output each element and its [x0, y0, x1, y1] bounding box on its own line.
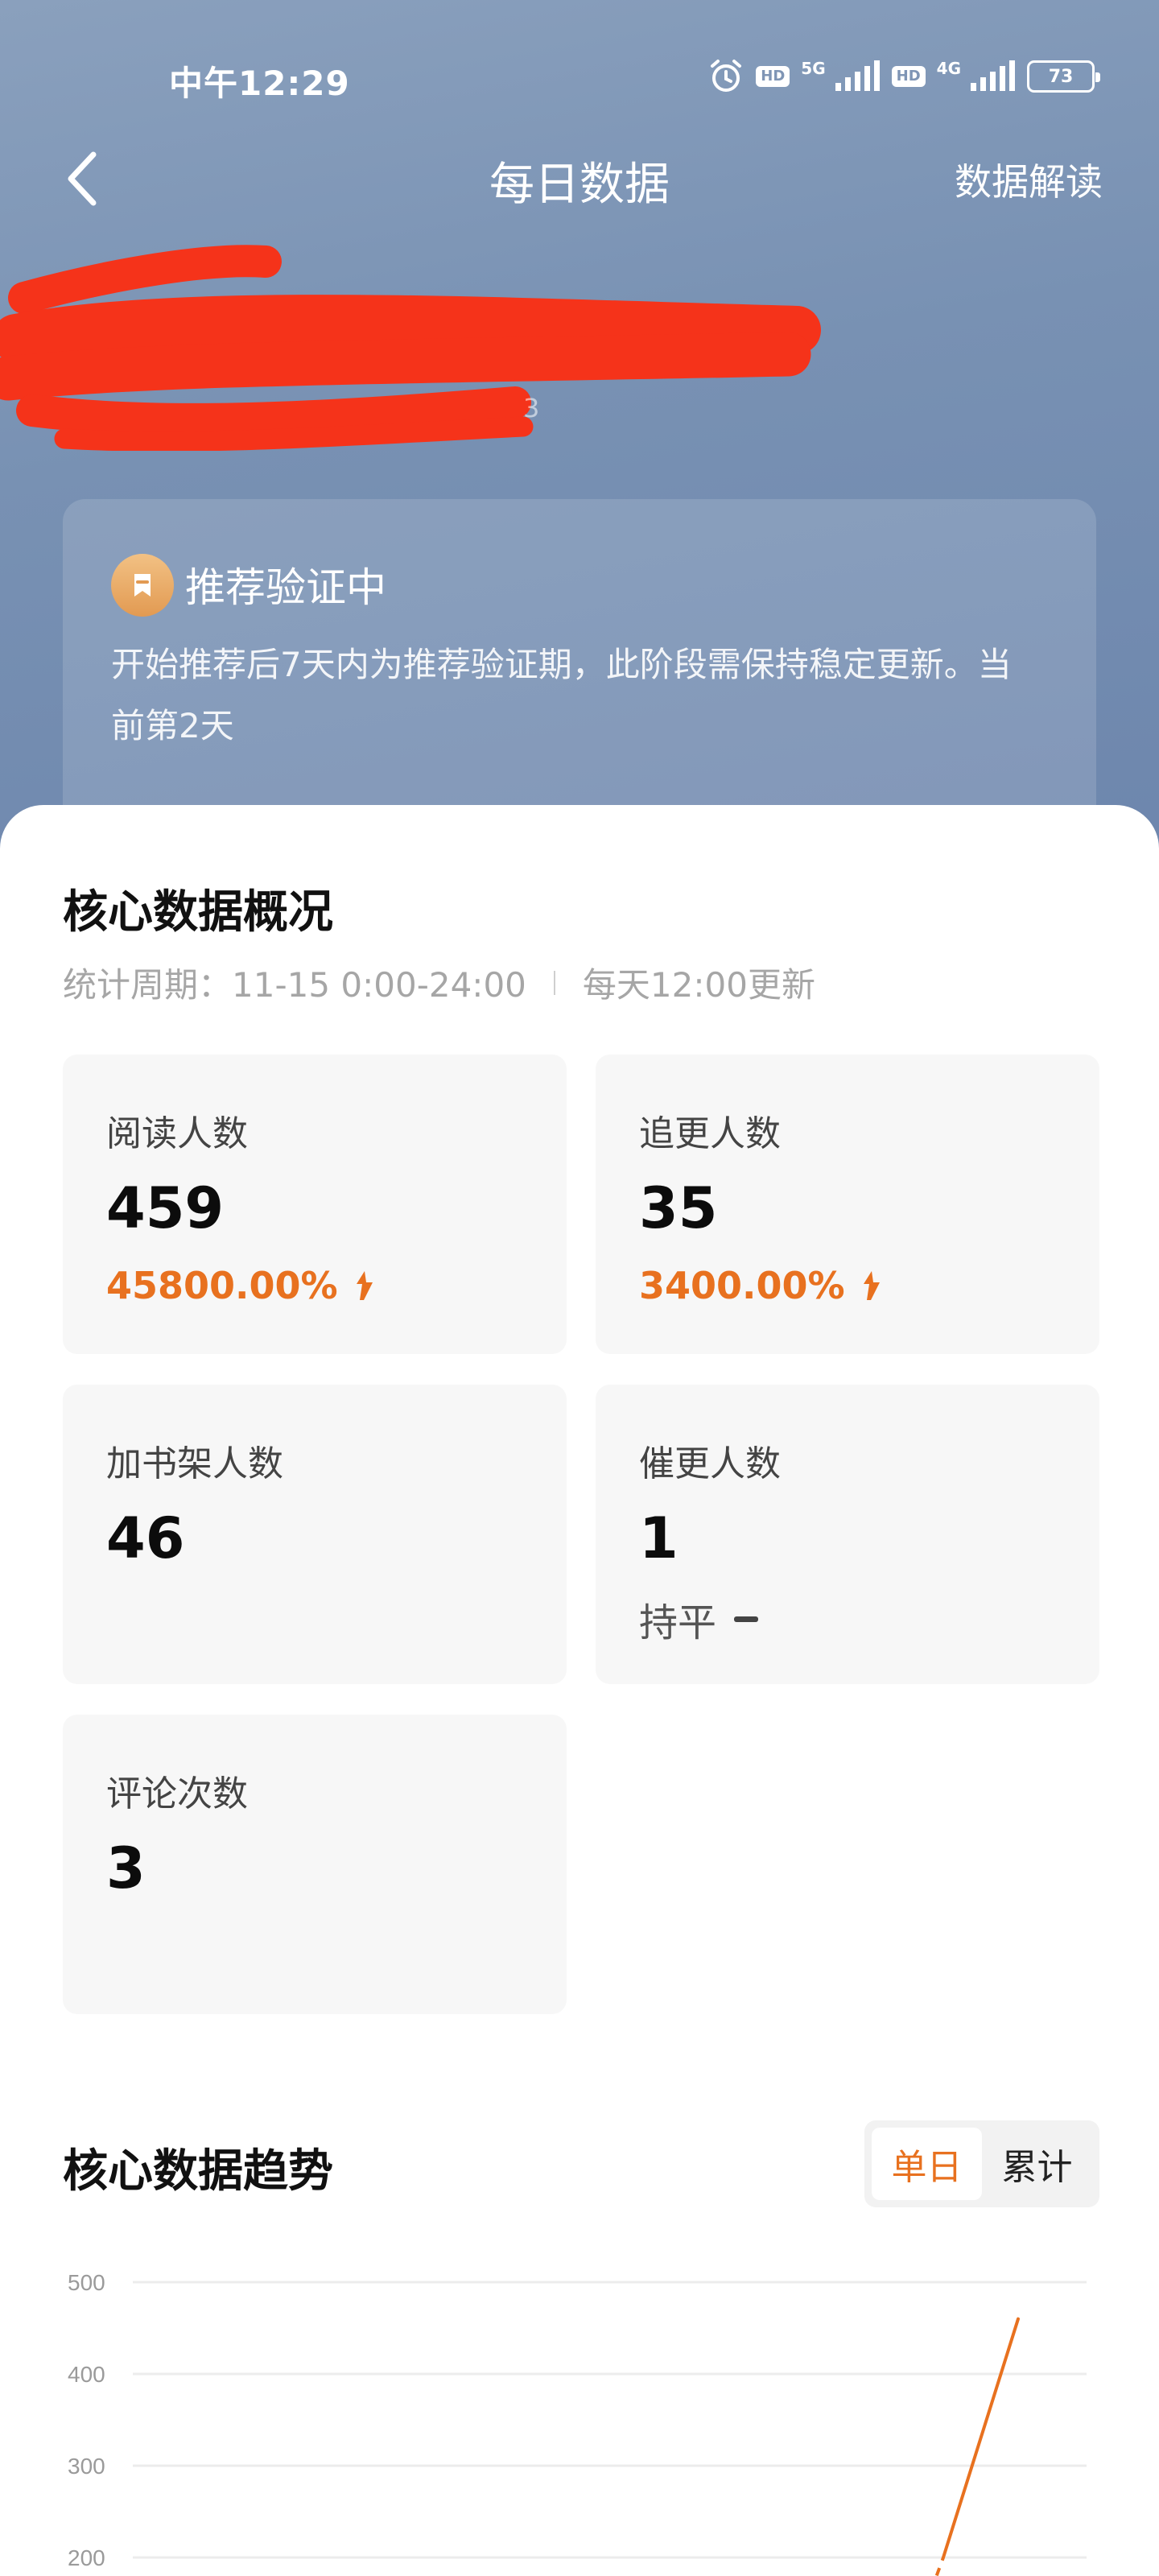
- chart-series-line: [942, 2317, 1020, 2559]
- flat-dash-icon: [734, 1616, 759, 1622]
- redacted-text-trail: 3: [523, 393, 540, 423]
- status-time: 中午12:29: [169, 64, 350, 103]
- core-trend-title: 核心数据趋势: [63, 2145, 333, 2198]
- chart-y-tick-label: 200: [68, 2545, 105, 2570]
- stat-card-followers[interactable]: 追更人数 35 3400.00%: [596, 1055, 1099, 1354]
- stat-change-value: 45800.00%: [106, 1264, 338, 1307]
- recommend-title: 推荐验证中: [185, 564, 386, 611]
- network-4g-label: 4G: [936, 59, 961, 78]
- stat-label: 评论次数: [106, 1773, 248, 1814]
- stat-card-comments[interactable]: 评论次数 3: [63, 1715, 567, 2014]
- hd-badge-1: HD: [756, 66, 790, 87]
- recommend-status-card: 推荐验证中 开始推荐后7天内为推荐验证期，此阶段需保持稳定更新。当前第2天: [63, 499, 1096, 853]
- alarm-icon: [711, 60, 742, 92]
- stat-value: 35: [639, 1175, 718, 1241]
- chart-y-tick-label: 500: [68, 2270, 105, 2295]
- core-overview-title: 核心数据概况: [63, 886, 333, 939]
- update-note: 每天12:00更新: [582, 965, 815, 1005]
- bookmark-badge-icon: [111, 554, 174, 617]
- stat-change: 持平: [639, 1591, 759, 1647]
- stat-label: 加书架人数: [106, 1443, 283, 1484]
- chart-y-tick-label: 400: [68, 2362, 105, 2387]
- trend-line-chart: 500 400 300 200: [68, 2270, 1087, 2576]
- redacted-scribble: [0, 245, 821, 451]
- signal-4g-icon: [971, 60, 1015, 91]
- arrow-up-icon: [863, 1271, 880, 1300]
- arrow-up-icon: [356, 1271, 373, 1300]
- daily-data-page: 中午12:29 HD 5G HD 4G 73 每日数据 数据解读 3 推荐验证中…: [0, 0, 1159, 2576]
- stat-value: 46: [106, 1505, 185, 1571]
- battery-level: 73: [1048, 66, 1074, 87]
- stat-change-value: 3400.00%: [639, 1264, 845, 1307]
- stat-label: 阅读人数: [106, 1113, 248, 1154]
- period-divider: [553, 970, 555, 995]
- stat-value: 1: [639, 1505, 678, 1571]
- toggle-cumulative[interactable]: 累计: [982, 2128, 1092, 2200]
- trend-mode-toggle: 单日 累计: [864, 2120, 1099, 2207]
- signal-5g-icon: [835, 60, 880, 91]
- status-icons: HD 5G HD 4G 73: [707, 58, 1100, 95]
- stat-label: 催更人数: [639, 1443, 781, 1484]
- stat-change: 3400.00%: [639, 1264, 884, 1307]
- hd-badge-2: HD: [891, 66, 926, 87]
- stat-card-readers[interactable]: 阅读人数 459 45800.00%: [63, 1055, 567, 1354]
- recommend-description: 开始推荐后7天内为推荐验证期，此阶段需保持稳定更新。当前第2天: [111, 645, 1012, 745]
- chart-series-dashed-segment: [934, 2557, 945, 2576]
- stat-label: 追更人数: [639, 1113, 781, 1154]
- network-5g-label: 5G: [801, 59, 826, 78]
- chart-y-tick-label: 300: [68, 2454, 105, 2479]
- stat-change: 45800.00%: [106, 1264, 377, 1307]
- stat-change-value: 持平: [639, 1600, 717, 1645]
- battery-icon: 73: [1027, 60, 1100, 93]
- stat-value: 459: [106, 1175, 225, 1241]
- stat-value: 3: [106, 1835, 146, 1901]
- stat-card-urge-update[interactable]: 催更人数 1 持平: [596, 1385, 1099, 1684]
- data-interpretation-link[interactable]: 数据解读: [955, 153, 1103, 206]
- stat-period: 统计周期：11-15 0:00-24:00 每天12:00更新: [63, 958, 815, 1007]
- toggle-single-day[interactable]: 单日: [872, 2128, 982, 2200]
- stat-period-range: 统计周期：11-15 0:00-24:00: [63, 965, 526, 1005]
- nav-bar: 每日数据 数据解读: [0, 129, 1159, 225]
- stat-card-bookshelf[interactable]: 加书架人数 46: [63, 1385, 567, 1684]
